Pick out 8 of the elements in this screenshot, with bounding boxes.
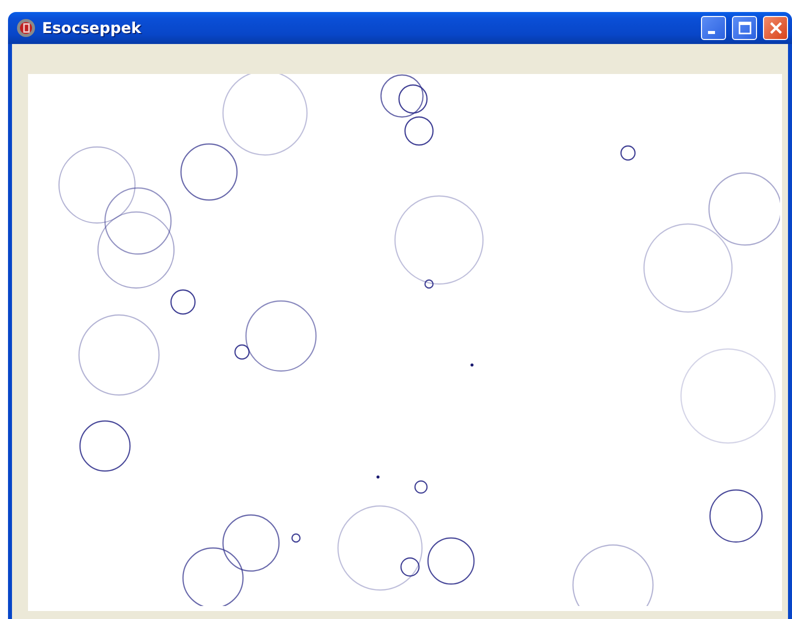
maximize-button[interactable] [732,16,757,40]
close-button[interactable] [763,16,788,40]
window-title: Esocseppek [42,19,142,37]
maximize-icon [738,21,752,35]
close-icon [768,21,782,35]
minimize-icon [708,30,715,34]
minimize-button[interactable] [701,16,726,40]
app-icon [16,18,36,38]
